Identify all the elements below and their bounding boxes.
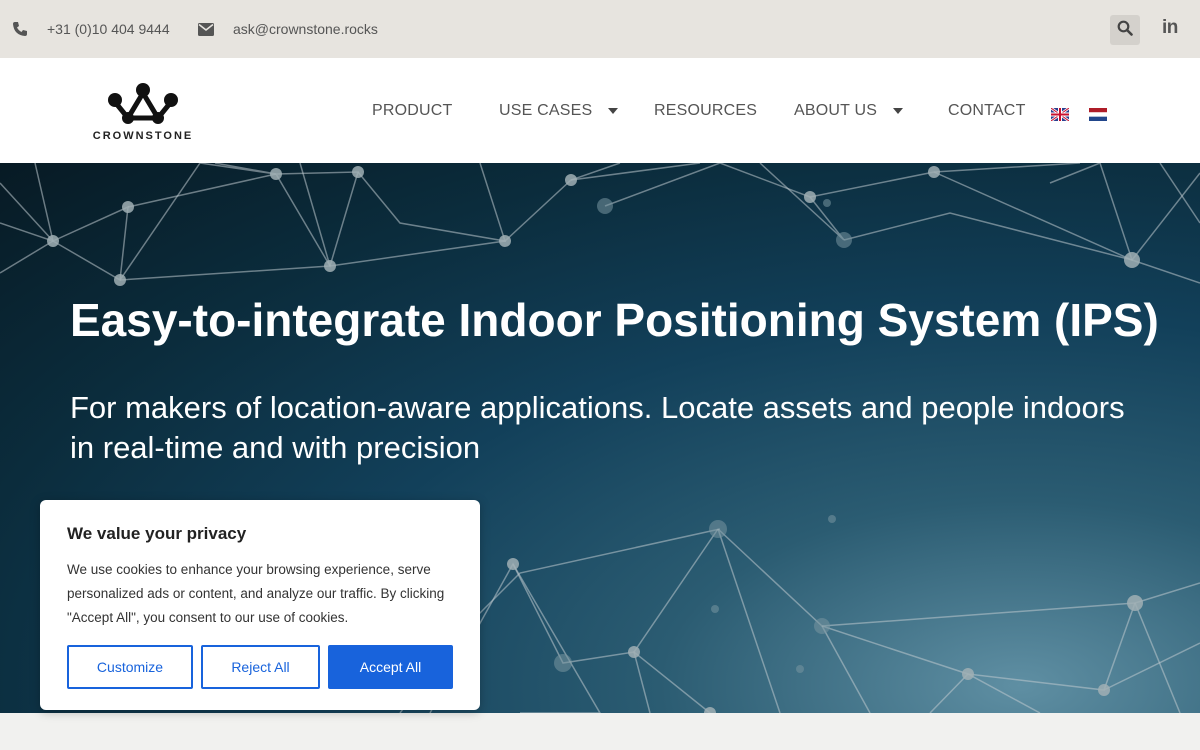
crownstone-logo[interactable]: CROWNSTONE — [88, 78, 198, 148]
phone-number[interactable]: +31 (0)10 404 9444 — [47, 21, 170, 37]
search-icon — [1117, 20, 1133, 41]
nav-label: USE CASES — [499, 102, 593, 119]
customize-button[interactable]: Customize — [67, 645, 193, 689]
phone-contact[interactable]: +31 (0)10 404 9444 — [12, 0, 170, 58]
nav-about-us[interactable]: ABOUT US — [794, 102, 904, 120]
hero-subtitle: For makers of location-aware application… — [70, 390, 1125, 465]
nav-contact[interactable]: CONTACT — [948, 102, 1026, 120]
search-button[interactable] — [1110, 15, 1140, 45]
nl-flag-icon[interactable] — [1089, 108, 1107, 121]
top-bar: +31 (0)10 404 9444 ask@crownstone.rocks … — [0, 0, 1200, 58]
hero-title: Easy-to-integrate Indoor Positioning Sys… — [70, 294, 1159, 346]
cookie-consent-panel: We value your privacy We use cookies to … — [40, 500, 480, 710]
nav-label: CONTACT — [948, 102, 1026, 119]
uk-flag-icon[interactable] — [1051, 108, 1069, 121]
email-contact[interactable]: ask@crownstone.rocks — [198, 0, 378, 58]
phone-icon — [12, 21, 28, 37]
privacy-text: We use cookies to enhance your browsing … — [67, 562, 445, 625]
envelope-icon — [198, 22, 214, 36]
linkedin-icon[interactable]: in — [1162, 17, 1178, 39]
accept-all-button[interactable]: Accept All — [328, 645, 453, 689]
nav-label: RESOURCES — [654, 102, 758, 119]
reject-all-button[interactable]: Reject All — [201, 645, 320, 689]
site-header: CROWNSTONE PRODUCT USE CASES RESOURCES A… — [0, 58, 1200, 163]
caret-down-icon — [893, 108, 904, 114]
nav-label: PRODUCT — [372, 102, 453, 119]
privacy-title: We value your privacy — [67, 524, 247, 543]
nav-product[interactable]: PRODUCT — [372, 102, 453, 120]
email-address[interactable]: ask@crownstone.rocks — [233, 21, 378, 37]
nav-use-cases[interactable]: USE CASES — [499, 102, 619, 120]
nav-label: ABOUT US — [794, 102, 878, 119]
caret-down-icon — [608, 108, 619, 114]
nav-resources[interactable]: RESOURCES — [654, 102, 757, 120]
logo-text: CROWNSTONE — [92, 130, 194, 142]
